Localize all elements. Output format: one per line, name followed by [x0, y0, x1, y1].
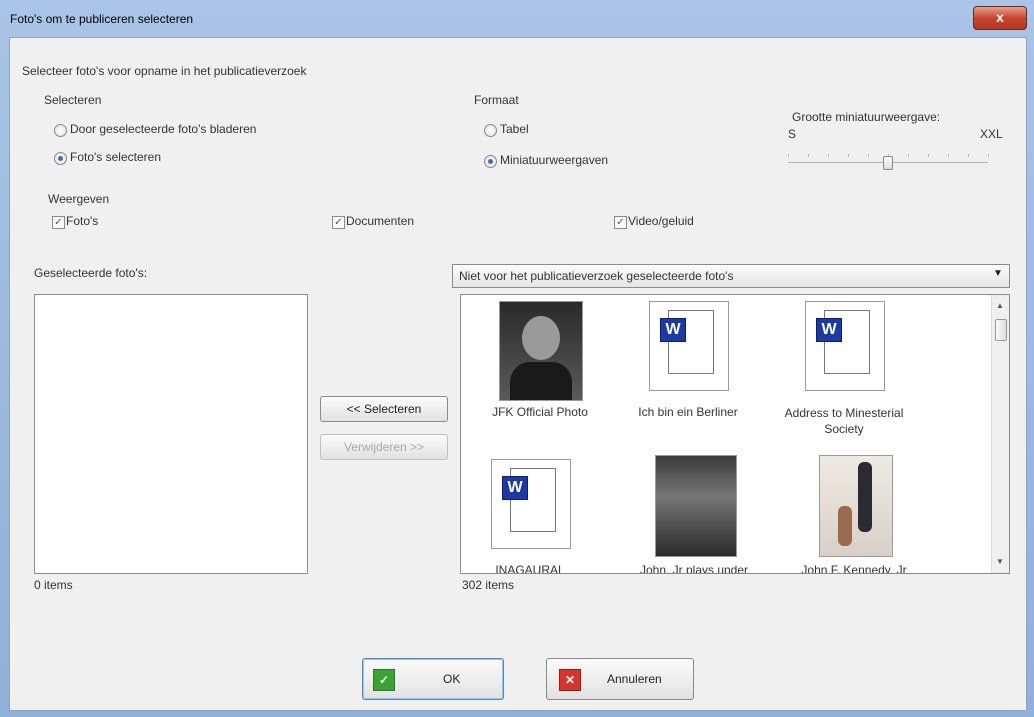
remove-button[interactable]: Verwijderen >> — [320, 434, 448, 460]
radio-table[interactable] — [484, 124, 497, 137]
thumbnail-john-jr[interactable] — [819, 455, 893, 557]
instruction-text: Selecteer foto's voor opname in het publ… — [22, 64, 307, 78]
slider-tick — [928, 154, 929, 157]
dropdown-arrow-icon: ▼ — [993, 268, 1003, 279]
show-group-label: Weergeven — [48, 192, 110, 206]
cancel-button[interactable]: ✕ Annuleren — [546, 658, 694, 700]
thumbnail-inagaural[interactable]: W — [491, 459, 571, 549]
slider-tick — [908, 154, 909, 157]
radio-select-photos[interactable] — [54, 152, 67, 165]
checkbox-video[interactable]: ✓ — [614, 216, 627, 229]
available-filter-dropdown[interactable]: Niet voor het publicatieverzoek geselect… — [452, 264, 1010, 288]
check-icon: ✓ — [373, 669, 395, 691]
cancel-label: Annuleren — [607, 672, 662, 686]
thumb-size-min-label: S — [788, 127, 797, 141]
radio-thumbnails[interactable] — [484, 155, 497, 168]
available-count: 302 items — [462, 578, 515, 592]
vertical-scrollbar[interactable]: ▲ ▼ — [991, 295, 1009, 573]
slider-tick — [848, 154, 849, 157]
slider-tick — [788, 154, 789, 157]
checkbox-photos[interactable]: ✓ — [52, 216, 65, 229]
format-group-label: Formaat — [474, 93, 519, 107]
available-photos-panel[interactable]: JFK Official Photo W Ich bin ein Berline… — [460, 294, 1010, 574]
selected-photos-list[interactable] — [34, 294, 308, 574]
slider-tick — [828, 154, 829, 157]
word-document-icon: W — [502, 476, 528, 500]
ok-label: OK — [443, 672, 461, 686]
radio-browse-selected[interactable] — [54, 124, 67, 137]
portrait-face — [522, 316, 560, 360]
thumbnail-john-jr-plays[interactable] — [655, 455, 737, 557]
slider-tick — [808, 154, 809, 157]
x-icon: ✕ — [559, 669, 581, 691]
radio-browse-selected-label[interactable]: Door geselecteerde foto's bladeren — [70, 122, 256, 136]
thumb-size-max-label: XXL — [980, 127, 1003, 141]
thumb-size-label: Grootte miniatuurweergave: — [792, 110, 941, 124]
radio-select-photos-label[interactable]: Foto's selecteren — [70, 150, 161, 164]
word-document-icon: W — [660, 318, 686, 342]
ok-button[interactable]: ✓ OK — [362, 658, 504, 700]
selected-list-label: Geselecteerde foto's: — [34, 266, 148, 280]
slider-tick — [968, 154, 969, 157]
window-title: Foto's om te publiceren selecteren — [10, 12, 194, 26]
slider-tick — [988, 154, 989, 157]
slider-tick — [948, 154, 949, 157]
radio-table-label[interactable]: Tabel — [500, 122, 529, 136]
checkbox-photos-label[interactable]: Foto's — [66, 214, 98, 228]
word-document-icon: W — [816, 318, 842, 342]
title-bar: Foto's om te publiceren selecteren x — [0, 0, 1034, 38]
photo-figure-child — [838, 506, 852, 546]
caption-ich-bin: Ich bin ein Berliner — [638, 405, 738, 419]
scroll-up-icon[interactable]: ▲ — [996, 301, 1004, 310]
checkbox-video-label[interactable]: Video/geluid — [628, 214, 694, 228]
close-button[interactable]: x — [973, 6, 1027, 30]
select-button[interactable]: << Selecteren — [320, 396, 448, 422]
select-group-label: Selecteren — [44, 93, 102, 107]
photo-figure-adult — [858, 462, 872, 532]
scroll-down-icon[interactable]: ▼ — [996, 557, 1004, 566]
thumbnail-jfk-photo[interactable] — [499, 301, 583, 401]
caption-john-jr: John F. Kennedy, Jr — [801, 563, 907, 574]
caption-address: Address to Minesterial Society — [784, 406, 904, 436]
checkbox-documents[interactable]: ✓ — [332, 216, 345, 229]
caption-john-jr-plays: John, Jr plays under — [639, 563, 749, 574]
available-filter-value: Niet voor het publicatieverzoek geselect… — [459, 269, 734, 283]
checkbox-documents-label[interactable]: Documenten — [346, 214, 414, 228]
thumbnail-address[interactable]: W — [805, 301, 885, 391]
thumbnail-ich-bin[interactable]: W — [649, 301, 729, 391]
dialog-window: Foto's om te publiceren selecteren x Sel… — [0, 0, 1034, 717]
scroll-thumb[interactable] — [995, 319, 1007, 341]
portrait-suit — [510, 362, 572, 400]
caption-inagaural: INAGAURAL — [495, 563, 565, 574]
thumb-size-slider-thumb[interactable] — [883, 156, 893, 170]
dialog-body: Selecteer foto's voor opname in het publ… — [9, 37, 1027, 711]
selected-count: 0 items — [34, 578, 73, 592]
close-icon: x — [996, 9, 1004, 25]
radio-thumbnails-label[interactable]: Miniatuurweergaven — [500, 153, 608, 167]
slider-tick — [868, 154, 869, 157]
caption-jfk-photo: JFK Official Photo — [492, 405, 588, 419]
